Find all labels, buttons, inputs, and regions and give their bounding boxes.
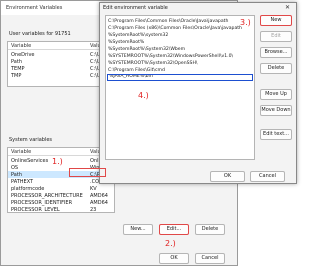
row-variable: platformcode bbox=[11, 185, 45, 192]
row-variable: PROCESSOR_IDENTIFIER bbox=[11, 199, 73, 206]
edit-variable-button[interactable]: Edit... bbox=[159, 224, 189, 235]
row-variable: TMP bbox=[11, 72, 22, 79]
path-entries-list[interactable]: C:\Program Files\Common Files\Oracle\Jav… bbox=[105, 15, 255, 160]
delete-variable-button[interactable]: Delete bbox=[195, 224, 225, 235]
step-1-label: 1.) bbox=[52, 157, 63, 166]
table-row[interactable]: platformcode KV bbox=[8, 185, 114, 192]
ok-button[interactable]: OK bbox=[210, 171, 245, 182]
window-title: Edit environment variable bbox=[103, 5, 168, 11]
row-variable: Path bbox=[11, 58, 22, 65]
window-title: Environment Variables bbox=[6, 5, 63, 11]
user-variables-label: User variables for 91751 bbox=[9, 31, 71, 37]
step-3-label: 3.) bbox=[240, 18, 251, 27]
row-variable: OneDrive bbox=[11, 51, 35, 58]
column-header-variable[interactable]: Variable bbox=[11, 149, 91, 155]
edit-path-button[interactable]: Edit bbox=[260, 31, 292, 42]
table-row[interactable]: PROCESSOR_IDENTIFIER AMD64 bbox=[8, 199, 114, 206]
edit-environment-variable-window: Edit environment variable ✕ C:\Program F… bbox=[99, 2, 297, 184]
cancel-button[interactable]: Cancel bbox=[195, 253, 225, 264]
list-item[interactable]: %SystemRoot% bbox=[107, 39, 253, 46]
row-value: AMD64 bbox=[90, 199, 108, 206]
browse-button[interactable]: Browse... bbox=[260, 47, 292, 58]
table-row[interactable]: PROCESSOR_LEVEL 23 bbox=[8, 206, 114, 213]
row-variable: PROCESSOR_LEVEL bbox=[11, 206, 60, 213]
ok-button[interactable]: OK bbox=[159, 253, 189, 264]
step-2-label: 2.) bbox=[165, 239, 176, 248]
row-variable: PROCESSOR_ARCHITECTURE bbox=[11, 192, 83, 199]
system-variables-label: System variables bbox=[9, 137, 53, 143]
move-down-button[interactable]: Move Down bbox=[260, 105, 292, 116]
list-item[interactable]: C:\Program Files\Git\cmd bbox=[107, 67, 253, 74]
list-item[interactable]: %SYSTEMROOT%\System32\OpenSSH\ bbox=[107, 60, 253, 67]
move-up-button[interactable]: Move Up bbox=[260, 89, 292, 100]
row-variable: OnlineServices bbox=[11, 157, 49, 164]
row-value: KV bbox=[90, 185, 97, 192]
list-item[interactable]: C:\Program Files (x86)\Common Files\Orac… bbox=[107, 25, 253, 32]
column-header-variable[interactable]: Variable bbox=[11, 43, 91, 49]
new-path-button[interactable]: New bbox=[260, 15, 292, 26]
new-variable-button[interactable]: New... bbox=[123, 224, 153, 235]
step-4-label: 4.) bbox=[138, 91, 149, 100]
cancel-button[interactable]: Cancel bbox=[250, 171, 285, 182]
row-value: 23 bbox=[90, 206, 97, 213]
list-item[interactable]: %SystemRoot%\system32 bbox=[107, 32, 253, 39]
list-item[interactable]: %SYSTEMROOT%\System32\WindowsPowerShell\… bbox=[107, 53, 253, 60]
edit-text-button[interactable]: Edit text... bbox=[260, 129, 292, 140]
list-item-editing[interactable]: %JAVA_HOME%\bin bbox=[107, 74, 253, 81]
row-variable: TEMP bbox=[11, 65, 25, 72]
table-row[interactable]: PROCESSOR_ARCHITECTURE AMD64 bbox=[8, 192, 114, 199]
row-variable: PATHEXT bbox=[11, 178, 34, 185]
list-item[interactable]: C:\Program Files\Common Files\Oracle\Jav… bbox=[107, 18, 253, 25]
list-item[interactable]: %SystemRoot%\System32\Wbem bbox=[107, 46, 253, 53]
delete-path-button[interactable]: Delete bbox=[260, 63, 292, 74]
row-value: AMD64 bbox=[90, 192, 108, 199]
highlight-box-path-row bbox=[69, 168, 106, 177]
close-icon[interactable]: ✕ bbox=[285, 4, 290, 11]
